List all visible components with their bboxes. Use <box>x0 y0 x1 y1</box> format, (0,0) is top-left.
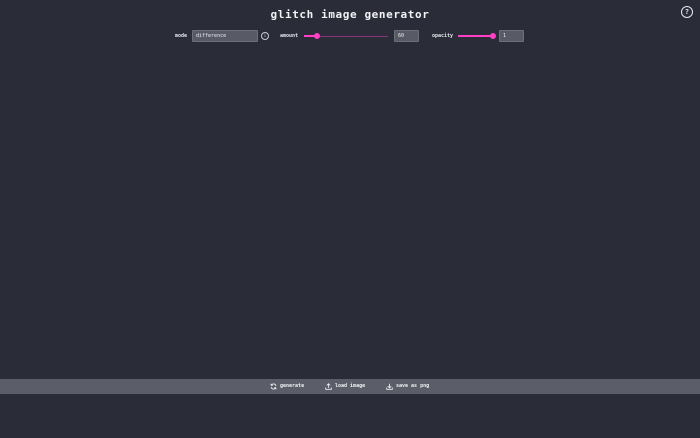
info-icon[interactable]: i <box>261 32 269 40</box>
controls-bar: mode difference i amount 60 opacity 1 <box>0 30 700 42</box>
download-icon <box>386 383 393 390</box>
opacity-value-field[interactable]: 1 <box>499 30 524 42</box>
upload-icon <box>325 383 332 390</box>
generate-label: generate <box>280 383 305 389</box>
mode-select[interactable]: difference <box>192 30 258 42</box>
opacity-label: opacity <box>432 33 454 39</box>
opacity-slider[interactable] <box>458 30 496 42</box>
image-canvas[interactable] <box>0 50 700 379</box>
opacity-slider-thumb[interactable] <box>490 33 496 39</box>
amount-slider-thumb[interactable] <box>313 33 320 39</box>
opacity-slider-fill <box>458 35 493 37</box>
refresh-icon <box>270 383 277 390</box>
generate-button[interactable]: generate <box>270 379 310 394</box>
page-title: glitch image generator <box>270 8 430 21</box>
amount-value-field[interactable]: 60 <box>394 30 419 42</box>
bottom-toolbar: generate load image save as png <box>0 379 700 394</box>
save-as-png-button[interactable]: save as png <box>386 379 434 394</box>
load-image-label: load image <box>335 383 366 389</box>
save-as-png-label: save as png <box>396 383 430 389</box>
load-image-button[interactable]: load image <box>325 379 370 394</box>
amount-slider[interactable] <box>304 30 388 42</box>
mode-label: mode <box>175 33 188 39</box>
help-icon[interactable]: ? <box>681 6 693 18</box>
amount-label: amount <box>280 33 299 39</box>
